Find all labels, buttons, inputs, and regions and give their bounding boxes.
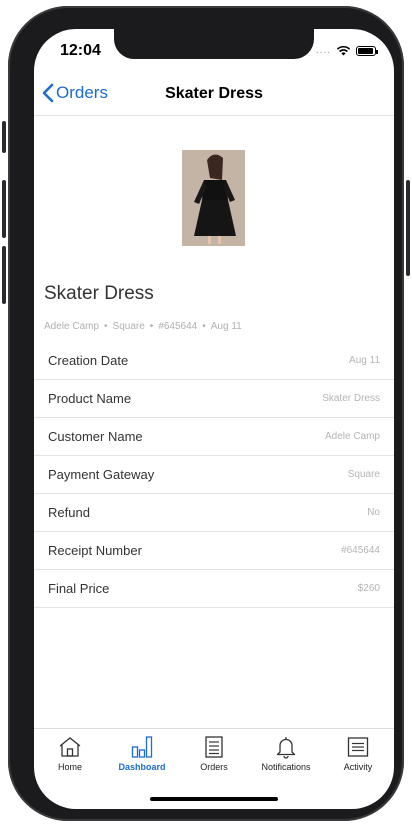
detail-value: #645644 [341, 545, 380, 556]
tab-label: Orders [200, 762, 228, 772]
back-button-label: Orders [56, 83, 108, 102]
meta-separator: • [202, 321, 206, 332]
detail-row-refund: Refund No [34, 494, 394, 532]
detail-value: $260 [357, 583, 380, 594]
detail-label: Receipt Number [48, 543, 142, 558]
home-indicator[interactable] [150, 797, 278, 801]
detail-row-product-name: Product Name Skater Dress [34, 380, 394, 418]
volume-down-button [2, 246, 6, 304]
detail-label: Payment Gateway [48, 467, 155, 482]
status-indicators: .... [315, 45, 378, 56]
detail-value: Adele Camp [324, 431, 380, 442]
notch [114, 29, 314, 59]
detail-label: Product Name [48, 391, 132, 406]
detail-row-creation-date: Creation Date Aug 11 [34, 342, 394, 380]
tab-home[interactable]: Home [34, 729, 106, 778]
wifi-icon [336, 45, 351, 56]
mute-switch [2, 121, 6, 153]
order-details-list: Creation Date Aug 11 Product Name Skater… [34, 342, 394, 608]
detail-value: No [367, 507, 380, 518]
tab-orders[interactable]: Orders [178, 729, 250, 778]
tab-bar: Home Dashboard Orders Notifications Acti… [34, 728, 394, 778]
meta-customer: Adele Camp [44, 321, 100, 332]
meta-gateway: Square [112, 321, 145, 332]
detail-row-payment-gateway: Payment Gateway Square [34, 456, 394, 494]
meta-separator: • [104, 321, 108, 332]
home-icon [59, 737, 81, 757]
detail-value: Aug 11 [349, 355, 380, 366]
meta-separator: • [149, 321, 154, 332]
status-time: 12:04 [60, 42, 101, 59]
chevron-left-icon [42, 83, 54, 103]
product-title: Skater Dress [44, 283, 154, 304]
tab-notifications[interactable]: Notifications [250, 729, 322, 778]
detail-label: Final Price [48, 581, 110, 596]
list-document-icon [205, 736, 223, 758]
detail-row-customer-name: Customer Name Adele Camp [34, 418, 394, 456]
detail-value: Square [347, 469, 380, 480]
product-photo [182, 150, 245, 246]
tab-label: Home [57, 762, 82, 772]
detail-label: Customer Name [48, 429, 143, 444]
power-button [406, 180, 410, 276]
tab-label: Notifications [261, 762, 311, 772]
navigation-bar: Orders Skater Dress [34, 73, 394, 116]
tab-activity[interactable]: Activity [322, 729, 394, 778]
product-image [182, 150, 245, 246]
activity-list-icon [347, 737, 369, 757]
detail-row-final-price: Final Price $260 [34, 570, 394, 608]
phone-frame: 12:04 .... Orders Skater Dress Skater Dr… [2, 6, 410, 821]
bar-chart-icon [131, 736, 153, 758]
tab-label: Activity [343, 762, 373, 772]
meta-date: Aug 11 [210, 321, 242, 332]
detail-value: Skater Dress [322, 393, 380, 404]
meta-receipt: #645644 [158, 321, 198, 332]
battery-icon [356, 45, 378, 56]
detail-label: Creation Date [48, 353, 129, 368]
bell-icon [276, 737, 296, 759]
detail-label: Refund [48, 505, 90, 520]
detail-row-receipt-number: Receipt Number #645644 [34, 532, 394, 570]
volume-up-button [2, 180, 6, 238]
signal-dots: .... [315, 45, 331, 56]
tab-label: Dashboard [118, 762, 166, 772]
tab-dashboard[interactable]: Dashboard [106, 729, 178, 778]
screen: 12:04 .... Orders Skater Dress Skater Dr… [34, 29, 394, 809]
back-button[interactable]: Orders [42, 83, 108, 103]
product-meta: Adele Camp • Square • #645644 • Aug 11 [44, 321, 242, 332]
